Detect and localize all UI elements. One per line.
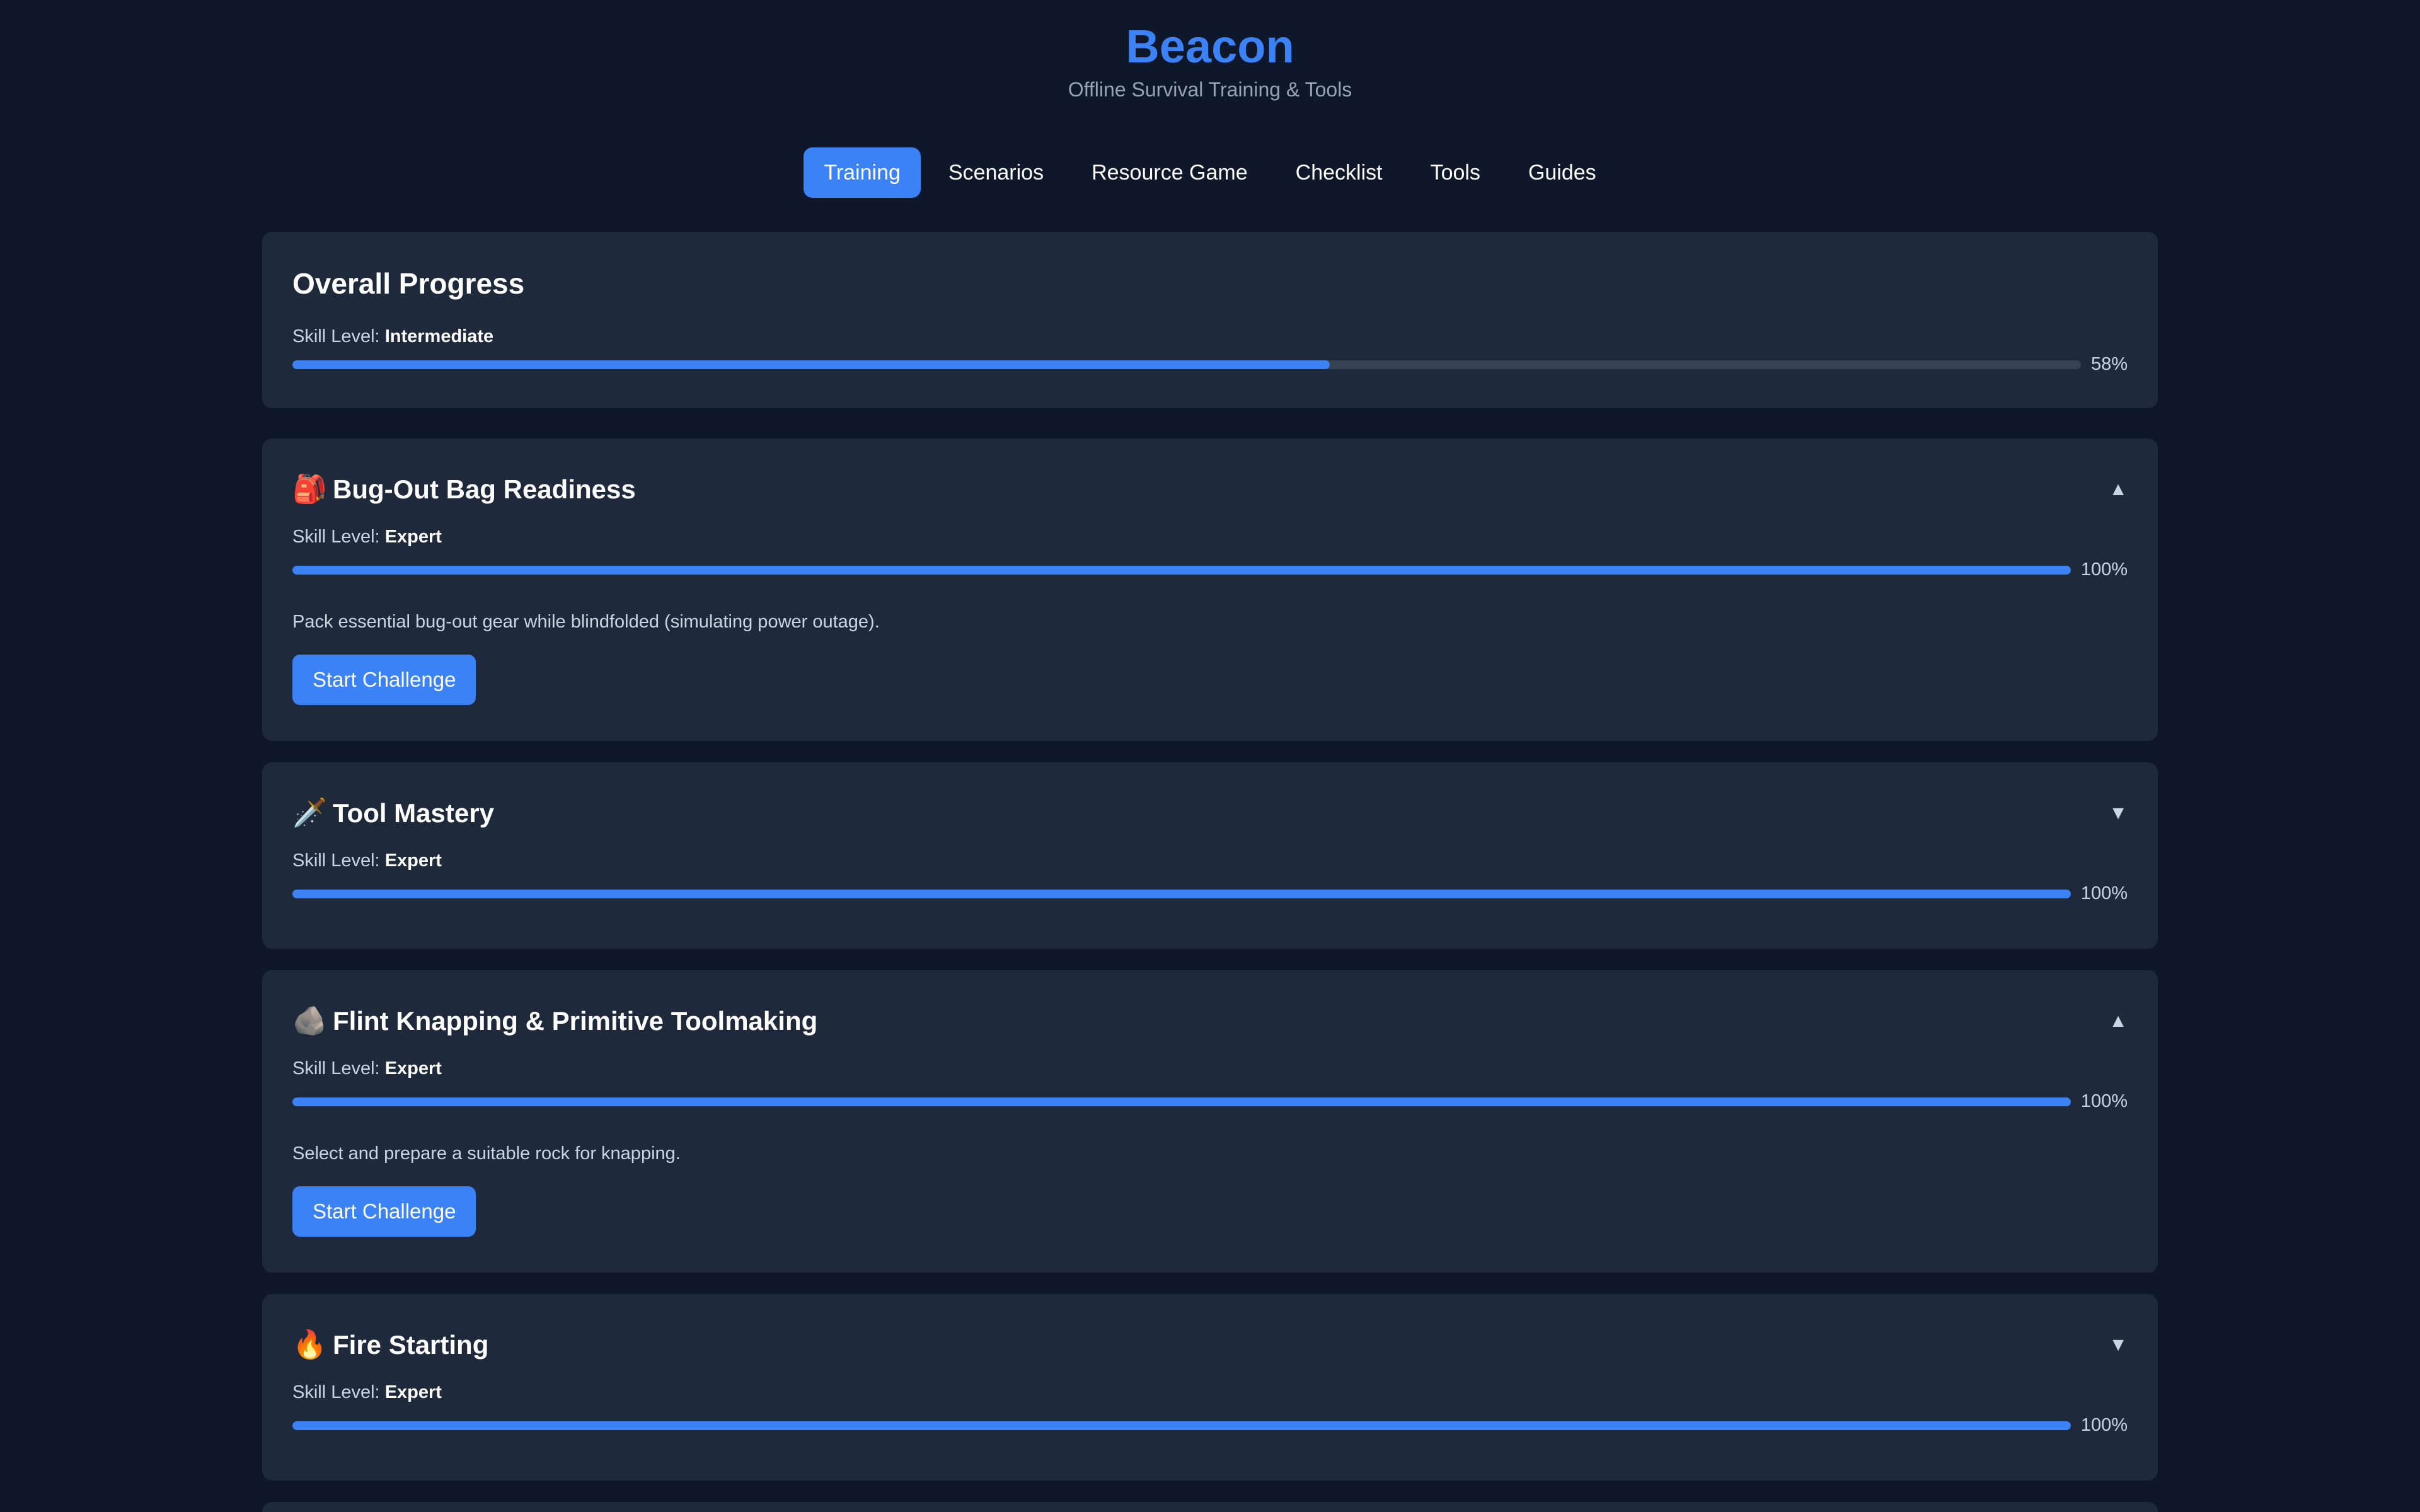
module-skill-level: Skill Level: Expert: [292, 849, 2128, 872]
app-subtitle: Offline Survival Training & Tools: [1068, 78, 1352, 101]
module-card-fire-starting: 🔥 Fire Starting ▼ Skill Level: Expert 10…: [262, 1294, 2158, 1480]
module-progress-percent: 100%: [2080, 1091, 2128, 1111]
skill-level-prefix: Skill Level:: [292, 527, 380, 547]
page: Beacon Offline Survival Training & Tools…: [0, 0, 2420, 1512]
module-progress-bar: [292, 889, 2071, 898]
chevron-down-icon[interactable]: ▼: [2109, 1334, 2128, 1356]
chevron-up-icon[interactable]: ▲: [2109, 1011, 2128, 1032]
module-progress-fill: [292, 1097, 2071, 1106]
skill-level-value: Intermediate: [384, 326, 494, 346]
module-progress-bar: [292, 1097, 2071, 1106]
tab-scenarios[interactable]: Scenarios: [928, 147, 1064, 198]
module-card-tool-mastery: 🗡️ Tool Mastery ▼ Skill Level: Expert 10…: [262, 762, 2158, 949]
module-skill-level: Skill Level: Expert: [292, 525, 2128, 548]
module-header[interactable]: 🎒 Bug-Out Bag Readiness ▲: [292, 438, 2128, 509]
skill-level-value: Expert: [384, 527, 442, 547]
module-progress-percent: 100%: [2080, 883, 2128, 903]
module-skill-level: Skill Level: Expert: [292, 1057, 2128, 1080]
module-progress-row: 100%: [292, 1415, 2128, 1436]
overall-progress-bar: [292, 360, 2081, 369]
module-progress-fill: [292, 889, 2071, 898]
module-header[interactable]: 🪨 Flint Knapping & Primitive Toolmaking …: [292, 970, 2128, 1041]
module-progress-row: 100%: [292, 559, 2128, 580]
module-progress-percent: 100%: [2080, 559, 2128, 580]
module-card-flint-knapping: 🪨 Flint Knapping & Primitive Toolmaking …: [262, 970, 2158, 1273]
module-title: Flint Knapping & Primitive Toolmaking: [333, 1006, 818, 1036]
skill-level-prefix: Skill Level:: [292, 1058, 380, 1079]
chevron-up-icon[interactable]: ▲: [2109, 479, 2128, 500]
skill-level-value: Expert: [384, 1058, 442, 1079]
start-challenge-button[interactable]: Start Challenge: [292, 1186, 476, 1237]
overall-progress-title: Overall Progress: [292, 267, 525, 300]
main-tabs: Training Scenarios Resource Game Checkli…: [0, 147, 2420, 198]
module-skill-level: Skill Level: Expert: [292, 1381, 2128, 1404]
module-header[interactable]: 🔥 Fire Starting ▼: [292, 1294, 2128, 1365]
overall-skill-level: Skill Level: Intermediate: [292, 325, 2128, 348]
overall-progress-row: 58%: [292, 354, 2128, 375]
module-header[interactable]: 🗡️ Tool Mastery ▼: [292, 762, 2128, 833]
module-title: Tool Mastery: [333, 798, 494, 828]
skill-level-prefix: Skill Level:: [292, 850, 380, 871]
overall-progress-fill: [292, 360, 1330, 369]
tab-resource-game[interactable]: Resource Game: [1071, 147, 1268, 198]
rock-icon: 🪨: [292, 1005, 327, 1036]
training-content: Overall Progress Skill Level: Intermedia…: [262, 232, 2158, 1512]
skill-level-prefix: Skill Level:: [292, 326, 380, 346]
fire-icon: 🔥: [292, 1329, 327, 1360]
tab-guides[interactable]: Guides: [1508, 147, 1616, 198]
module-progress-fill: [292, 565, 2071, 575]
module-progress-bar: [292, 1421, 2071, 1430]
chevron-down-icon[interactable]: ▼: [2109, 803, 2128, 824]
app-header: Beacon Offline Survival Training & Tools: [0, 0, 2420, 102]
overall-progress-percent: 58%: [2090, 354, 2128, 374]
module-title: Bug-Out Bag Readiness: [333, 474, 636, 504]
backpack-icon: 🎒: [292, 474, 327, 505]
module-description: Select and prepare a suitable rock for k…: [292, 1143, 681, 1164]
module-progress-bar: [292, 565, 2071, 575]
module-progress-fill: [292, 1421, 2071, 1430]
app-title: Beacon: [1126, 20, 1294, 72]
dagger-icon: 🗡️: [292, 798, 327, 828]
skill-level-prefix: Skill Level:: [292, 1382, 380, 1402]
tab-training[interactable]: Training: [804, 147, 921, 198]
tab-tools[interactable]: Tools: [1410, 147, 1501, 198]
skill-level-value: Expert: [384, 1382, 442, 1402]
module-card-bug-out-bag: 🎒 Bug-Out Bag Readiness ▲ Skill Level: E…: [262, 438, 2158, 741]
module-description: Pack essential bug-out gear while blindf…: [292, 612, 880, 632]
overall-progress-card: Overall Progress Skill Level: Intermedia…: [262, 232, 2158, 408]
module-card-next: [262, 1502, 2158, 1512]
start-challenge-button[interactable]: Start Challenge: [292, 655, 476, 705]
module-progress-row: 100%: [292, 1091, 2128, 1112]
skill-level-value: Expert: [384, 850, 442, 871]
tab-checklist[interactable]: Checklist: [1276, 147, 1403, 198]
module-title: Fire Starting: [333, 1330, 489, 1360]
module-progress-row: 100%: [292, 883, 2128, 904]
module-progress-percent: 100%: [2080, 1415, 2128, 1435]
